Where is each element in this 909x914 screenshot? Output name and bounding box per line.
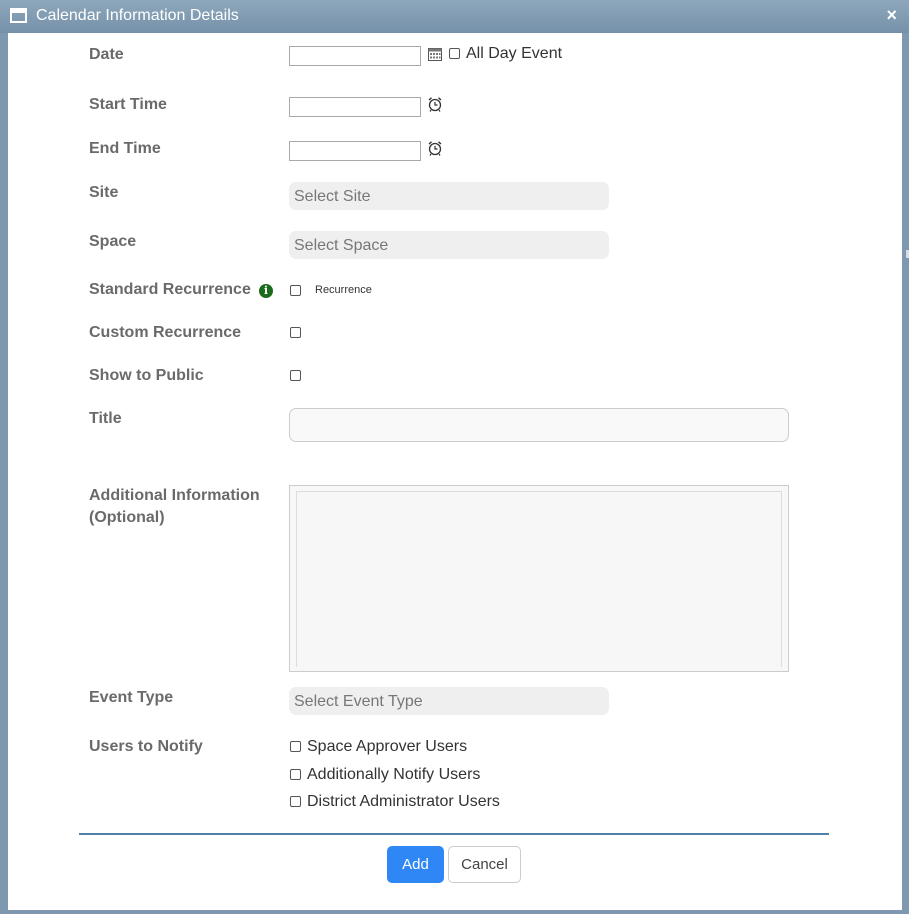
- alarm-clock-icon[interactable]: [427, 140, 443, 156]
- dialog-body: Date All Day Event Start Time End Time S…: [8, 33, 902, 910]
- info-icon[interactable]: i: [259, 284, 273, 298]
- event-type-label: Event Type: [89, 689, 174, 706]
- calendar-icon[interactable]: [428, 47, 442, 61]
- space-select[interactable]: Select Space: [289, 231, 609, 259]
- users-to-notify-label: Users to Notify: [89, 738, 203, 755]
- title-bar[interactable]: Calendar Information Details ×: [0, 0, 909, 33]
- title-label: Title: [89, 410, 122, 427]
- end-time-label: End Time: [89, 140, 161, 157]
- footer-divider: [79, 833, 829, 835]
- start-time-input[interactable]: [289, 97, 421, 117]
- custom-recurrence-checkbox[interactable]: [290, 327, 301, 338]
- site-select[interactable]: Select Site: [289, 182, 609, 210]
- space-approver-users-label: Space Approver Users: [307, 738, 468, 755]
- recurrence-option-label: Recurrence: [315, 284, 372, 296]
- additional-info-editor[interactable]: [296, 491, 782, 667]
- additional-info-label-line1: Additional Information: [89, 487, 260, 504]
- calendar-details-dialog: Calendar Information Details × Date All …: [0, 0, 909, 914]
- additionally-notify-users-checkbox[interactable]: [290, 769, 301, 780]
- window-icon: [10, 8, 27, 23]
- additionally-notify-users-label: Additionally Notify Users: [307, 766, 481, 783]
- alarm-clock-icon[interactable]: [427, 96, 443, 112]
- space-approver-users-checkbox[interactable]: [290, 741, 301, 752]
- end-time-input[interactable]: [289, 141, 421, 161]
- add-button[interactable]: Add: [387, 846, 444, 883]
- cancel-button[interactable]: Cancel: [448, 846, 521, 883]
- custom-recurrence-label: Custom Recurrence: [89, 324, 242, 341]
- district-administrator-users-label: District Administrator Users: [307, 793, 500, 810]
- start-time-label: Start Time: [89, 96, 167, 113]
- site-label: Site: [89, 184, 119, 201]
- space-label: Space: [89, 233, 137, 250]
- standard-recurrence-label: Standard Recurrence: [89, 281, 251, 298]
- additional-info-textarea[interactable]: [289, 485, 789, 672]
- additional-info-label: Additional Information (Optional): [89, 485, 260, 529]
- date-input[interactable]: [289, 46, 421, 66]
- date-label: Date: [89, 46, 124, 63]
- dialog-title: Calendar Information Details: [36, 7, 239, 24]
- district-administrator-users-checkbox[interactable]: [290, 796, 301, 807]
- standard-recurrence-checkbox[interactable]: [290, 285, 301, 296]
- additional-info-label-line2: (Optional): [89, 509, 165, 526]
- close-icon[interactable]: ×: [886, 5, 897, 26]
- show-to-public-label: Show to Public: [89, 367, 204, 384]
- title-input[interactable]: [289, 408, 789, 442]
- all-day-event-label: All Day Event: [466, 45, 563, 62]
- show-to-public-checkbox[interactable]: [290, 370, 301, 381]
- event-type-select[interactable]: Select Event Type: [289, 687, 609, 715]
- all-day-event-checkbox[interactable]: [449, 48, 460, 59]
